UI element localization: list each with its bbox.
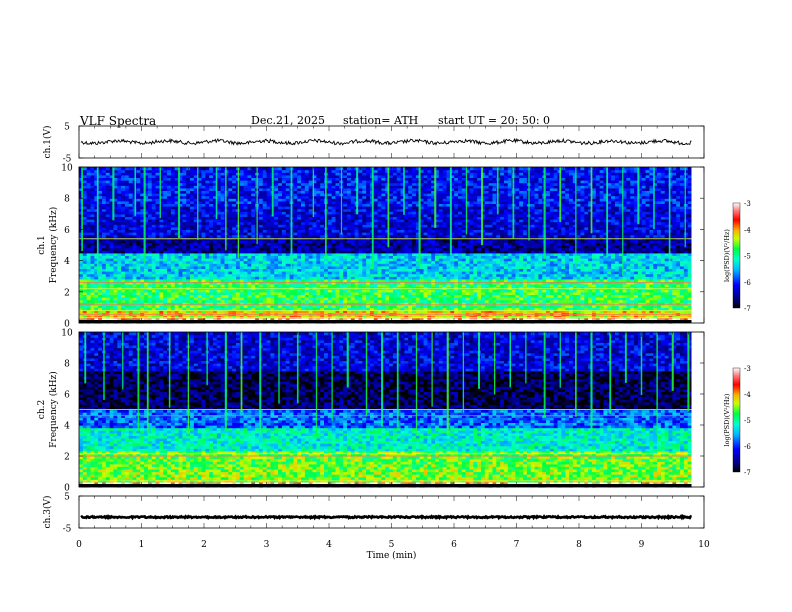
ch1-waveform-ytick-label-0: 5 [64,123,70,133]
vlf-figure: 5-5ch.1(V)-3-4-5-6-7log(PSD)(V²/Hz)02468… [37,123,751,562]
ch1-waveform-ylabel: ch.1(V) [42,126,53,159]
ch1-waveform-trace [80,137,692,146]
